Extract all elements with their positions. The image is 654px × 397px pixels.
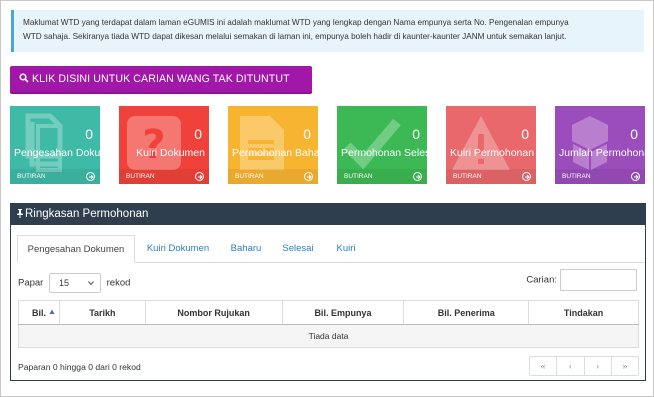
tile-footer[interactable]: BUTIRAN [228,169,318,184]
arrow-right-icon [413,172,422,181]
column-header-nombor-rujukan[interactable]: Nombor Rujukan [144,300,283,325]
tab-kuiri-dokumen[interactable]: Kuiri Dokumen [138,235,218,263]
notice-line-1: Maklumat WTD yang terdapat dalam laman e… [23,18,569,27]
panel-title: Ringkasan Permohonan [25,208,149,220]
length-suffix: rekod [106,277,131,289]
page-length-value: 15 [59,278,70,288]
tile-footer-label: BUTIRAN [17,173,46,180]
tile-footer-label: BUTIRAN [235,173,264,180]
column-header-bil-empunya[interactable]: Bil. Empunya [281,300,405,325]
arrow-right-icon [86,172,95,181]
tab-pengesahan-dokumen[interactable]: Pengesahan Dokumen [17,235,135,263]
tile-kuiri-permohonan[interactable]: 0 Kuiri Permohonan BUTIRAN [446,106,536,184]
length-prefix: Papar [18,277,44,289]
tile-permohonan-selesai[interactable]: 0 Permohonan Selesai BUTIRAN [337,106,427,184]
chevron-down-icon [88,281,94,286]
tile-count: 0 [85,126,93,142]
document-icon [240,116,284,170]
column-header-tarikh[interactable]: Tarikh [58,300,146,325]
arrow-right-icon [195,172,204,181]
search-icon [19,73,29,83]
summary-table: Bil. Tarikh Nombor Rujukan Bil. Empunya … [18,300,639,348]
tile-count: 0 [303,126,311,142]
table-row: Tiada data [18,324,639,348]
table-info: Paparan 0 hingga 0 dari 0 rekod [18,362,141,372]
tile-label: Pengesahan Dokumen [14,147,100,159]
tile-label: Kuiri Dokumen [136,147,205,159]
info-notice: Maklumat WTD yang terdapat dalam laman e… [11,10,644,52]
tile-label: Permohonan Baharu [232,147,318,159]
warning-icon [452,116,510,170]
search-label: Carian: [526,274,557,286]
tile-jumlah-permohonan[interactable]: 0 Jumlah Permohonan BUTIRAN [555,106,645,184]
tile-footer-label: BUTIRAN [453,173,482,180]
tab-baharu[interactable]: Baharu [222,235,270,263]
column-header-bil-penerima[interactable]: Bil. Penerima [403,300,530,325]
tile-permohonan-baharu[interactable]: 0 Permohonan Baharu BUTIRAN [228,106,318,184]
notice-line-2: WTD sahaja. Sekiranya tiada WTD dapat di… [23,32,567,41]
sort-ascending-icon [49,309,55,314]
tile-label: Permohonan Selesai [341,147,427,159]
column-header-tindakan[interactable]: Tindakan [528,300,639,325]
next-page-button[interactable]: › [583,357,611,375]
tile-label: Kuiri Permohonan [450,147,535,159]
tile-footer[interactable]: BUTIRAN [337,169,427,184]
tile-footer-label: BUTIRAN [344,173,373,180]
empty-table-message: Tiada data [18,324,639,348]
first-page-button[interactable]: « [530,357,556,375]
question-icon: ? [127,116,181,170]
tile-footer-label: BUTIRAN [126,173,155,180]
pagination: « ‹ › » [529,356,639,376]
tile-footer[interactable]: BUTIRAN [446,169,536,184]
tile-count: 0 [521,126,529,142]
tile-count: 0 [412,126,420,142]
page-length-select[interactable]: 15 [49,273,101,293]
search-input[interactable] [560,269,637,291]
page-length-control: Papar 15 rekod [18,273,130,294]
svg-text:?: ? [142,122,165,168]
tile-count: 0 [630,126,638,142]
arrow-right-icon [304,172,313,181]
tile-footer-label: BUTIRAN [562,173,591,180]
table-search: Carian: [526,269,637,292]
summary-panel: Ringkasan Permohonan Pengesahan Dokumen … [10,203,646,381]
last-page-button[interactable]: » [610,357,638,375]
tile-footer[interactable]: BUTIRAN [555,169,645,184]
tile-kuiri-dokumen[interactable]: ? 0 Kuiri Dokumen BUTIRAN [119,106,209,184]
column-header-label: Bil. [31,307,46,318]
column-header-bil[interactable]: Bil. [18,300,60,325]
tile-pengesahan-dokumen[interactable]: 0 Pengesahan Dokumen BUTIRAN [10,106,100,184]
tile-footer[interactable]: BUTIRAN [119,169,209,184]
tab-selesai[interactable]: Selesai [274,235,322,263]
search-unclaimed-money-button[interactable]: KLIK DISINI UNTUK CARIAN WANG TAK DITUNT… [10,66,312,92]
panel-header: Ringkasan Permohonan [11,204,645,225]
check-icon [343,118,401,170]
search-button-label: KLIK DISINI UNTUK CARIAN WANG TAK DITUNT… [32,73,290,85]
cubes-icon [572,116,608,170]
tab-bar: Pengesahan Dokumen Kuiri Dokumen Baharu … [17,235,645,263]
tile-label: Jumlah Permohonan [559,147,645,159]
pin-icon [17,209,23,218]
arrow-right-icon [522,172,531,181]
previous-page-button[interactable]: ‹ [556,357,583,375]
tab-kuiri[interactable]: Kuiri [326,235,366,263]
arrow-right-icon [631,172,640,181]
tile-count: 0 [194,126,202,142]
documents-icon [25,113,63,172]
tile-footer[interactable]: BUTIRAN [10,169,100,184]
